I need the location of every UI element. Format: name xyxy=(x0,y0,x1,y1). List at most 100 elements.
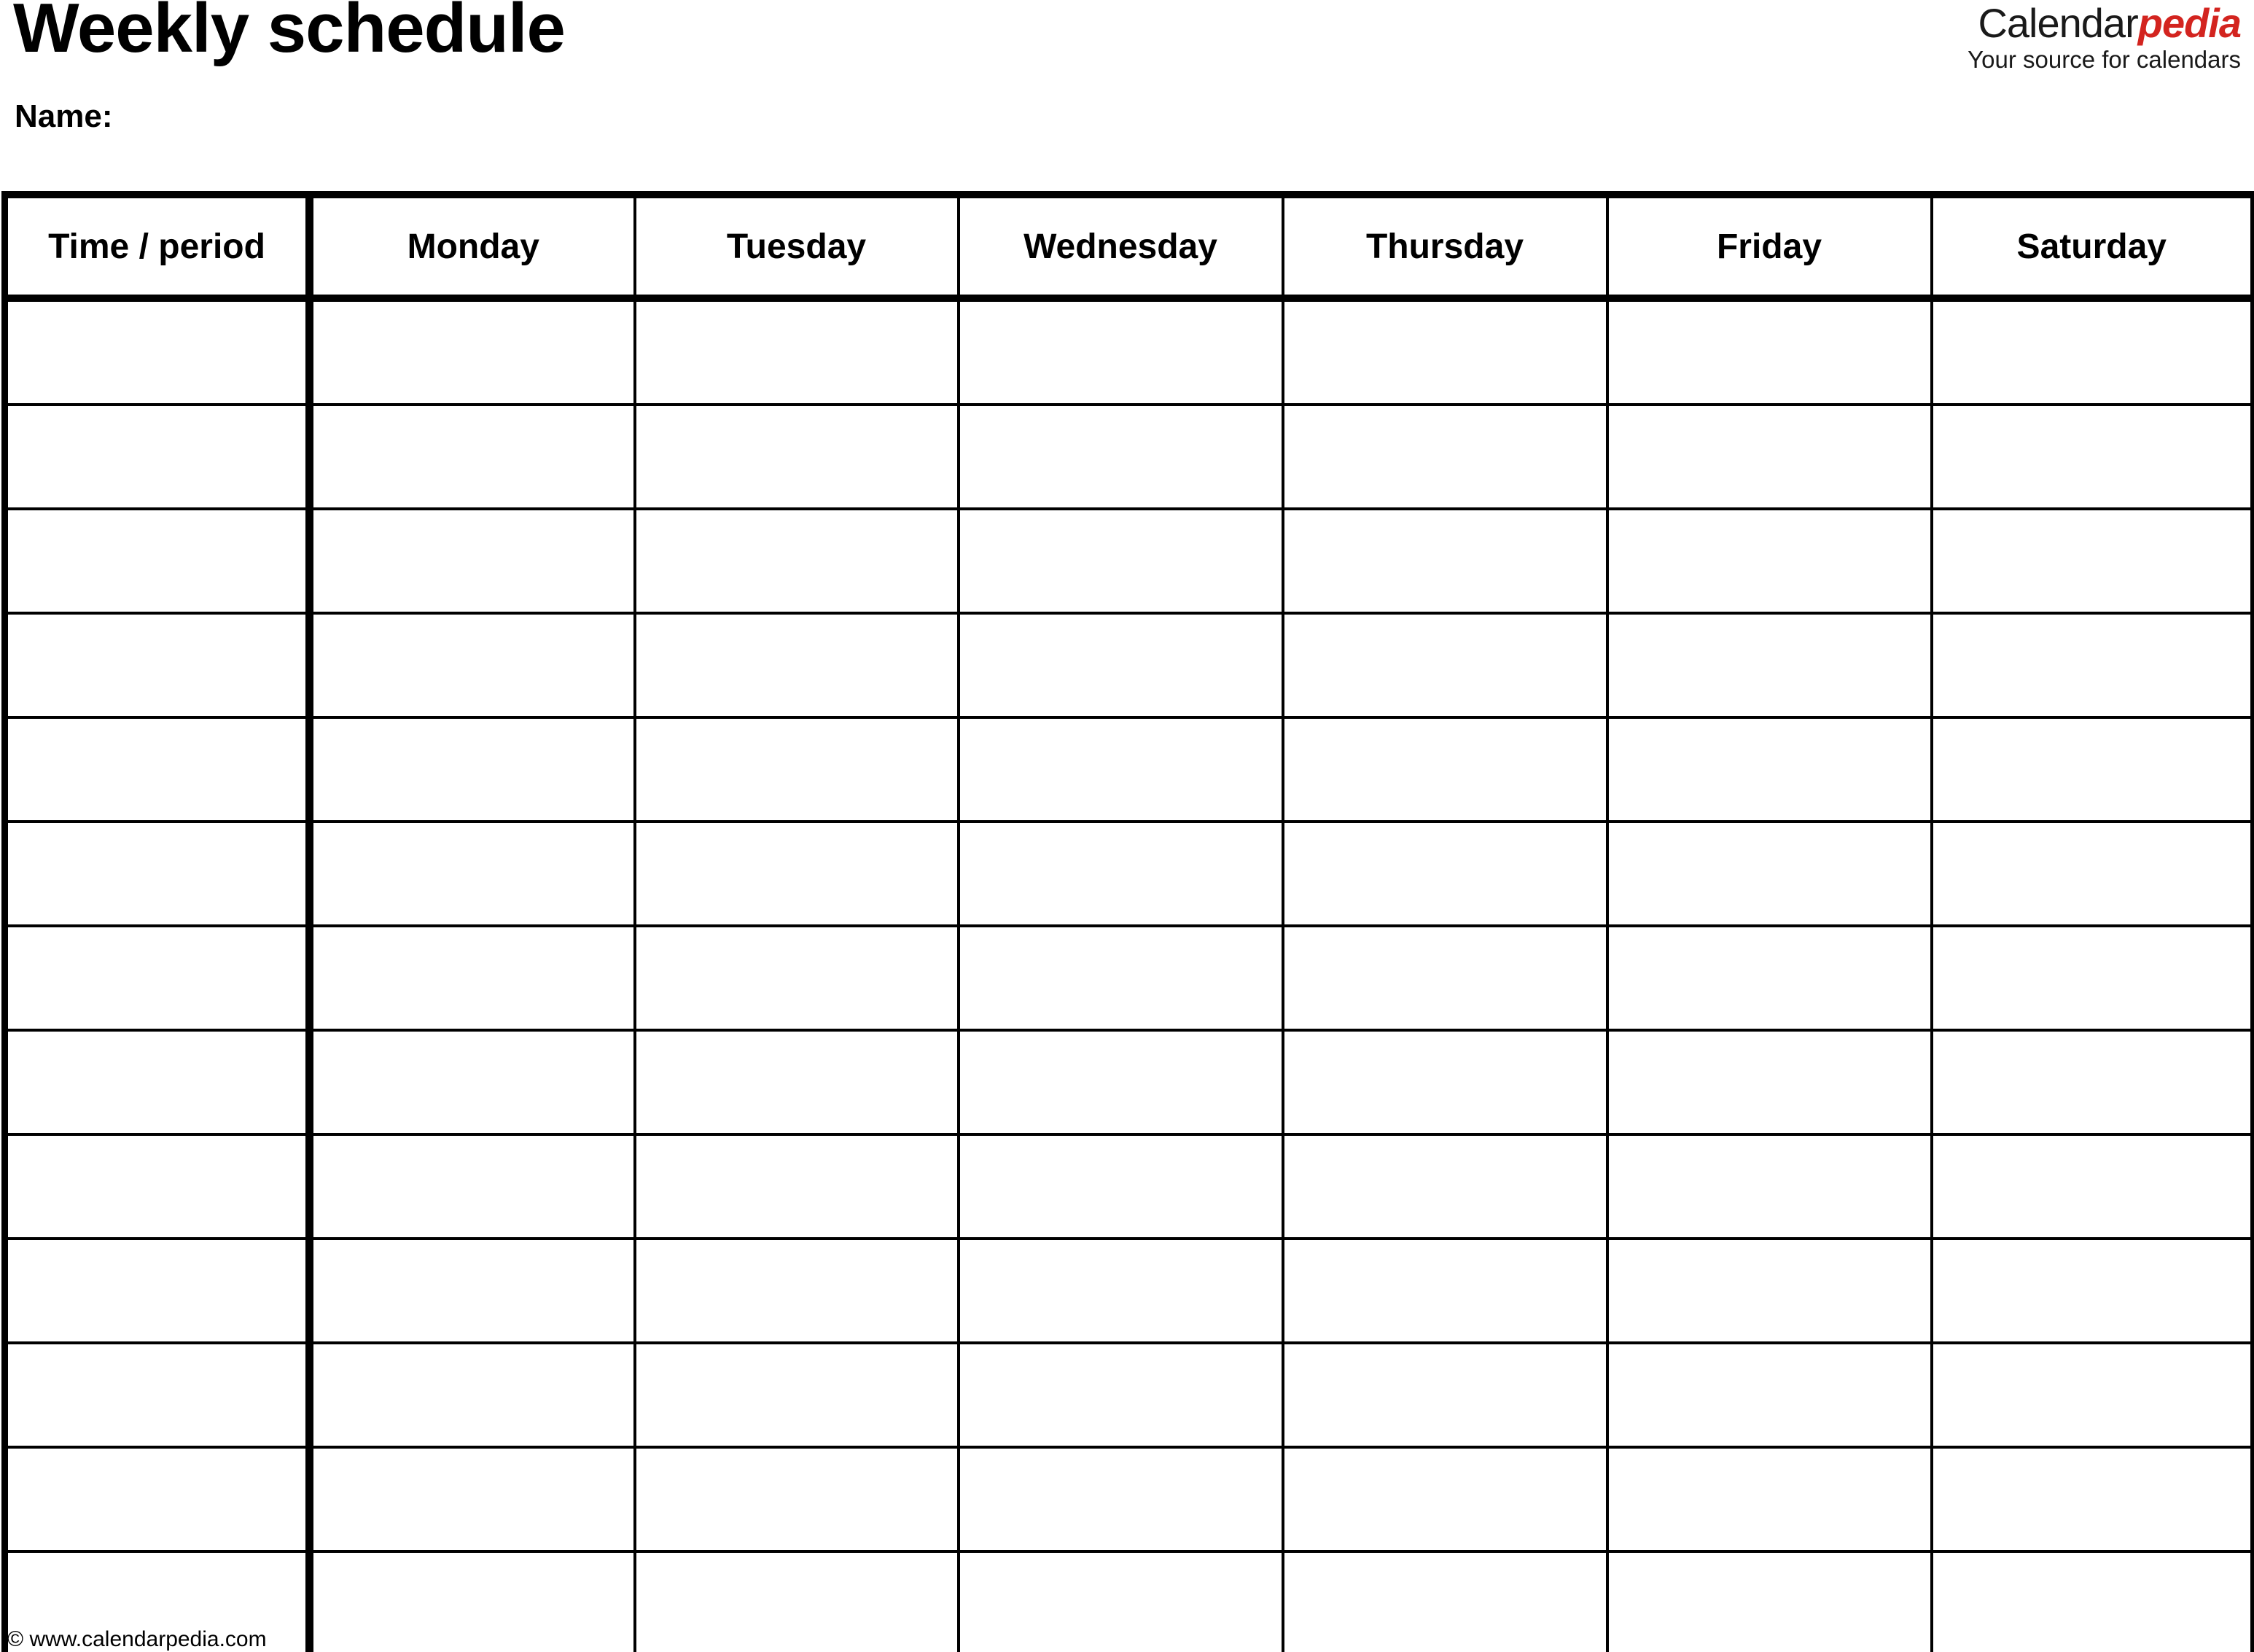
brand-tagline: Your source for calendars xyxy=(1968,46,2241,73)
cell-monday[interactable] xyxy=(308,1237,636,1344)
cell-saturday[interactable] xyxy=(1930,820,2254,927)
cell-monday[interactable] xyxy=(308,297,636,406)
cell-time[interactable] xyxy=(3,297,313,406)
cell-monday[interactable] xyxy=(308,612,636,719)
cell-monday[interactable] xyxy=(308,1341,636,1449)
cell-monday[interactable] xyxy=(308,924,636,1032)
cell-friday[interactable] xyxy=(1605,1341,1933,1449)
table-row xyxy=(3,820,2254,927)
cell-wednesday[interactable] xyxy=(956,820,1284,927)
cell-tuesday[interactable] xyxy=(633,716,960,823)
cell-friday[interactable] xyxy=(1605,1446,1933,1553)
cell-saturday[interactable] xyxy=(1930,1446,2254,1553)
cell-saturday[interactable] xyxy=(1930,1341,2254,1449)
cell-thursday[interactable] xyxy=(1281,1133,1609,1240)
cell-tuesday[interactable] xyxy=(633,924,960,1032)
cell-tuesday[interactable] xyxy=(633,1133,960,1240)
cell-tuesday[interactable] xyxy=(633,1550,960,1652)
cell-time[interactable] xyxy=(3,1446,313,1553)
cell-saturday[interactable] xyxy=(1930,924,2254,1032)
brand-wordmark: Calendarpedia xyxy=(1968,3,2242,44)
cell-friday[interactable] xyxy=(1605,1029,1933,1136)
cell-thursday[interactable] xyxy=(1281,1341,1609,1449)
cell-thursday[interactable] xyxy=(1281,1029,1609,1136)
cell-time[interactable] xyxy=(3,820,313,927)
cell-saturday[interactable] xyxy=(1930,297,2254,406)
cell-monday[interactable] xyxy=(308,1133,636,1240)
cell-tuesday[interactable] xyxy=(633,612,960,719)
cell-time[interactable] xyxy=(3,1237,313,1344)
cell-tuesday[interactable] xyxy=(633,1029,960,1136)
cell-tuesday[interactable] xyxy=(633,1446,960,1553)
cell-wednesday[interactable] xyxy=(956,1237,1284,1344)
cell-wednesday[interactable] xyxy=(956,1550,1284,1652)
cell-tuesday[interactable] xyxy=(633,507,960,615)
cell-thursday[interactable] xyxy=(1281,297,1609,406)
cell-wednesday[interactable] xyxy=(956,716,1284,823)
cell-thursday[interactable] xyxy=(1281,820,1609,927)
cell-wednesday[interactable] xyxy=(956,403,1284,510)
cell-time[interactable] xyxy=(3,924,313,1032)
cell-wednesday[interactable] xyxy=(956,1341,1284,1449)
cell-friday[interactable] xyxy=(1605,297,1933,406)
cell-friday[interactable] xyxy=(1605,716,1933,823)
cell-friday[interactable] xyxy=(1605,507,1933,615)
cell-saturday[interactable] xyxy=(1930,1550,2254,1652)
column-header-wednesday: Wednesday xyxy=(956,193,1284,302)
table-row xyxy=(3,1550,2254,1652)
cell-thursday[interactable] xyxy=(1281,1550,1609,1652)
cell-thursday[interactable] xyxy=(1281,924,1609,1032)
cell-time[interactable] xyxy=(3,507,313,615)
cell-tuesday[interactable] xyxy=(633,820,960,927)
cell-friday[interactable] xyxy=(1605,924,1933,1032)
cell-time[interactable] xyxy=(3,612,313,719)
cell-tuesday[interactable] xyxy=(633,403,960,510)
cell-friday[interactable] xyxy=(1605,1237,1933,1344)
cell-thursday[interactable] xyxy=(1281,403,1609,510)
cell-monday[interactable] xyxy=(308,1550,636,1652)
cell-friday[interactable] xyxy=(1605,612,1933,719)
cell-saturday[interactable] xyxy=(1930,612,2254,719)
cell-saturday[interactable] xyxy=(1930,1029,2254,1136)
cell-wednesday[interactable] xyxy=(956,924,1284,1032)
cell-friday[interactable] xyxy=(1605,403,1933,510)
cell-tuesday[interactable] xyxy=(633,297,960,406)
cell-monday[interactable] xyxy=(308,716,636,823)
cell-thursday[interactable] xyxy=(1281,716,1609,823)
cell-thursday[interactable] xyxy=(1281,612,1609,719)
cell-wednesday[interactable] xyxy=(956,1446,1284,1553)
cell-friday[interactable] xyxy=(1605,1550,1933,1652)
table-row xyxy=(3,1341,2254,1449)
cell-wednesday[interactable] xyxy=(956,507,1284,615)
table-row xyxy=(3,297,2254,406)
cell-monday[interactable] xyxy=(308,1446,636,1553)
cell-wednesday[interactable] xyxy=(956,1133,1284,1240)
cell-time[interactable] xyxy=(3,1341,313,1449)
cell-thursday[interactable] xyxy=(1281,1446,1609,1553)
cell-wednesday[interactable] xyxy=(956,612,1284,719)
cell-saturday[interactable] xyxy=(1930,1237,2254,1344)
cell-friday[interactable] xyxy=(1605,1133,1933,1240)
cell-tuesday[interactable] xyxy=(633,1237,960,1344)
cell-time[interactable] xyxy=(3,1133,313,1240)
cell-monday[interactable] xyxy=(308,403,636,510)
cell-monday[interactable] xyxy=(308,820,636,927)
cell-monday[interactable] xyxy=(308,507,636,615)
cell-saturday[interactable] xyxy=(1930,507,2254,615)
cell-monday[interactable] xyxy=(308,1029,636,1136)
column-header-friday: Friday xyxy=(1605,193,1933,302)
cell-wednesday[interactable] xyxy=(956,297,1284,406)
cell-time[interactable] xyxy=(3,716,313,823)
cell-saturday[interactable] xyxy=(1930,403,2254,510)
cell-time[interactable] xyxy=(3,1029,313,1136)
cell-friday[interactable] xyxy=(1605,820,1933,927)
cell-tuesday[interactable] xyxy=(633,1341,960,1449)
page-header: Weekly schedule Name: Calendarpedia Your… xyxy=(0,0,2254,188)
cell-saturday[interactable] xyxy=(1930,1133,2254,1240)
cell-thursday[interactable] xyxy=(1281,507,1609,615)
cell-wednesday[interactable] xyxy=(956,1029,1284,1136)
weekly-schedule-page: Weekly schedule Name: Calendarpedia Your… xyxy=(0,0,2254,1652)
cell-saturday[interactable] xyxy=(1930,716,2254,823)
cell-time[interactable] xyxy=(3,403,313,510)
cell-thursday[interactable] xyxy=(1281,1237,1609,1344)
